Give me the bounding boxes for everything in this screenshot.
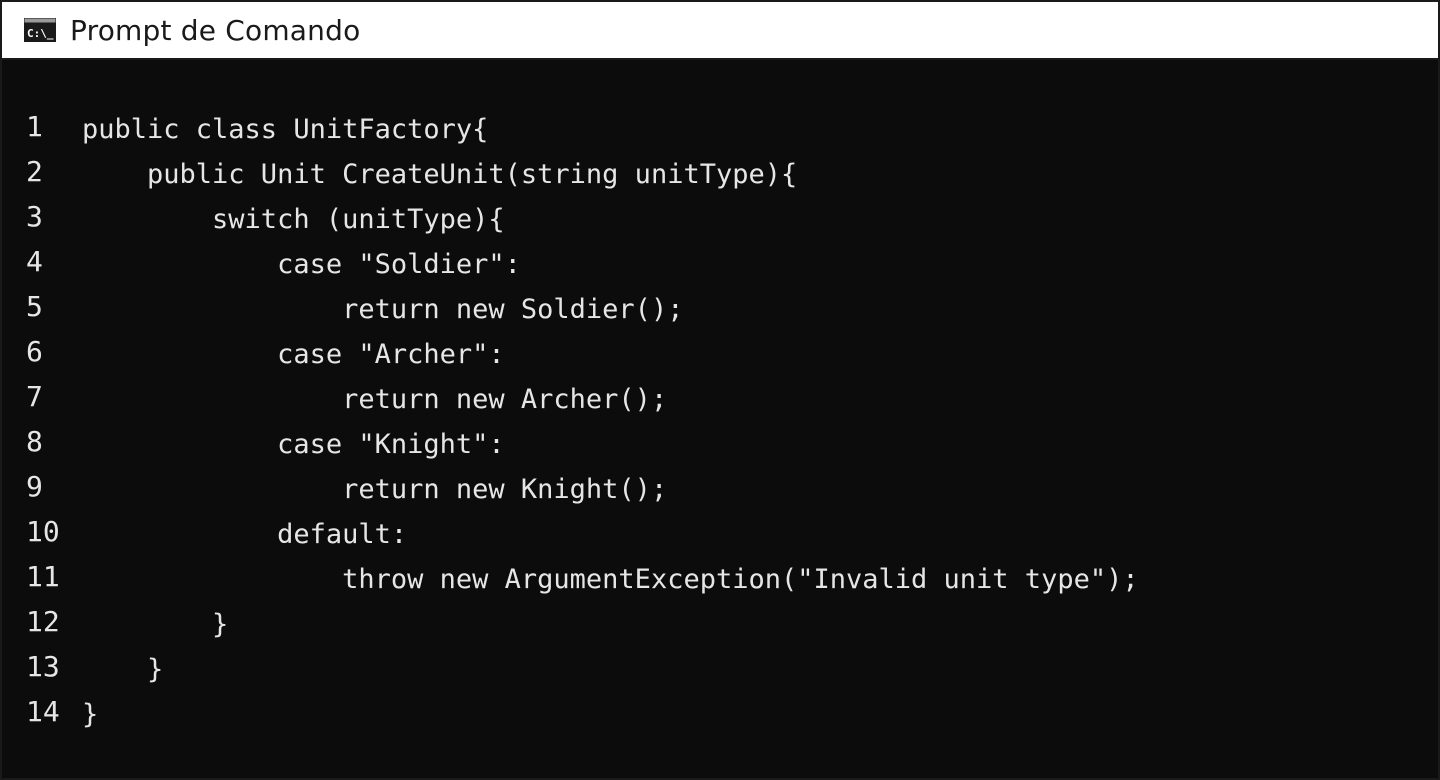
title-bar[interactable]: C:\_ Prompt de Comando (2, 2, 1438, 60)
code-text: } (82, 609, 229, 640)
command-prompt-icon: C:\_ (24, 18, 56, 42)
line-number: 7 (26, 380, 43, 413)
code-text: throw new ArgumentException("Invalid uni… (82, 564, 1139, 595)
code-text: public Unit CreateUnit(string unitType){ (82, 159, 798, 190)
code-text: case "Archer": (82, 339, 505, 370)
code-text: } (82, 654, 164, 685)
line-number: 9 (26, 470, 43, 503)
code-text: return new Soldier(); (82, 294, 684, 325)
line-number: 3 (26, 200, 43, 233)
line-number: 6 (26, 335, 43, 368)
code-text: public class UnitFactory{ (82, 114, 489, 145)
line-number: 8 (26, 425, 43, 458)
code-text: case "Knight": (82, 429, 505, 460)
code-text: } (82, 699, 99, 730)
svg-text:C:\_: C:\_ (27, 27, 54, 40)
code-text: switch (unitType){ (82, 204, 505, 235)
terminal-window: C:\_ Prompt de Comando 1 public class Uni… (0, 0, 1440, 780)
line-number: 4 (26, 245, 43, 278)
code-text: case "Soldier": (82, 249, 521, 280)
line-number: 1 (26, 110, 43, 143)
line-number: 14 (26, 695, 60, 728)
code-text: return new Knight(); (82, 474, 668, 505)
line-number: 10 (26, 515, 60, 548)
line-number: 5 (26, 290, 43, 323)
console-output[interactable]: 1 public class UnitFactory{ 2 public Unit… (2, 62, 1438, 778)
line-number: 13 (26, 650, 60, 683)
code-text: return new Archer(); (82, 384, 668, 415)
line-number: 12 (26, 605, 60, 638)
line-number: 2 (26, 155, 43, 188)
code-text: default: (82, 519, 408, 550)
line-number: 11 (26, 560, 60, 593)
window-title: Prompt de Comando (70, 13, 361, 47)
